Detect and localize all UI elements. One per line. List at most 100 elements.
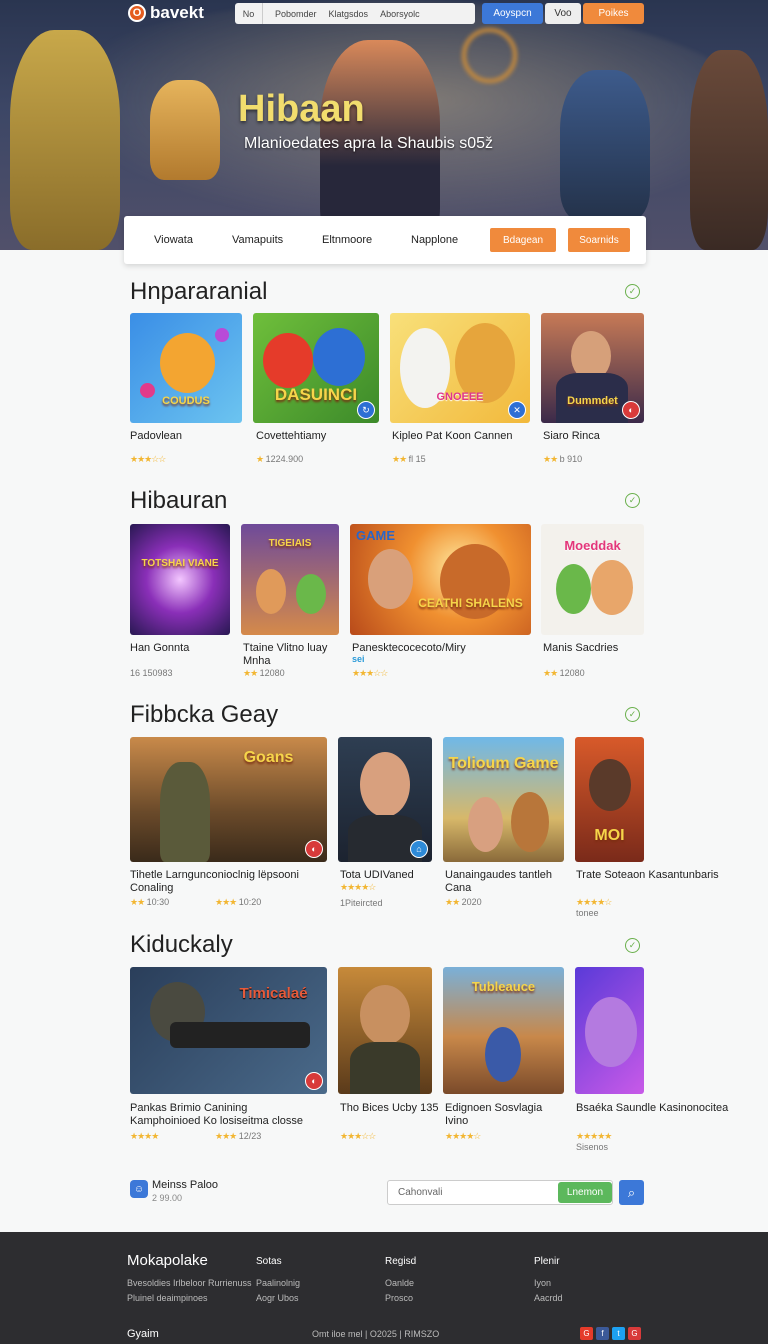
game-card-title[interactable]: Padovlean: [130, 430, 182, 443]
footer-link[interactable]: Aacrdd: [534, 1293, 563, 1303]
game-card-image[interactable]: Goans ◐: [130, 737, 327, 862]
game-card-image[interactable]: MOI: [575, 737, 644, 862]
filter-item-0[interactable]: Viowata: [154, 234, 193, 246]
game-card-image[interactable]: ⌂: [338, 737, 432, 862]
section-check-icon-4[interactable]: ✓: [625, 938, 640, 953]
game-card-image[interactable]: Timicalaé ◐: [130, 967, 327, 1094]
footer-link[interactable]: Paalinolnig: [256, 1278, 300, 1288]
footer-heading: Regisd: [385, 1256, 417, 1267]
filter-bar: Viowata Vamapuits Eltnmoore Napplone Bda…: [124, 216, 646, 264]
game-card-meta-2: Sisenos: [576, 1142, 609, 1152]
game-card-title[interactable]: Tota UDIVaned: [340, 869, 414, 882]
footer-link[interactable]: Bvesoldies Irlbeloor Rurrienuss: [127, 1278, 252, 1288]
section-title-2: Hibauran: [130, 487, 228, 514]
platform-icon: ↻: [357, 401, 375, 419]
footer-link[interactable]: Aogr Ubos: [256, 1293, 299, 1303]
hero-banner: O bavekt No Pobomder Klatgsdos Aborsyolc…: [0, 0, 768, 250]
nav-item-1[interactable]: Pobomder: [263, 9, 317, 19]
twitter-icon[interactable]: t: [612, 1327, 625, 1340]
section-check-icon-1[interactable]: ✓: [625, 284, 640, 299]
rating-stars: ★★★: [215, 897, 237, 907]
rating-count: 10:30: [146, 897, 170, 907]
section-title-4: Kiduckaly: [130, 931, 233, 958]
facebook-icon[interactable]: f: [596, 1327, 609, 1340]
section-check-icon-2[interactable]: ✓: [625, 493, 640, 508]
card-art-text: TOTSHAI VIANE: [141, 558, 219, 569]
rating-stars: ★★★★☆: [340, 882, 376, 892]
game-card-meta: ★★★☆☆: [130, 454, 166, 465]
game-card-title[interactable]: Manis Sacdries: [543, 642, 618, 655]
game-card-image[interactable]: [338, 967, 432, 1094]
game-card-meta: ★★★★☆: [340, 882, 376, 893]
filter-item-1[interactable]: Vamapuits: [232, 234, 283, 246]
footer: Mokapolake Bvesoldies Irlbeloor Rurrienu…: [0, 1232, 768, 1344]
game-card-meta: ★★ b 910: [543, 454, 582, 465]
hero-subtitle: Mlanioedates apra la Shaubis s05ž: [244, 135, 494, 152]
game-card-meta: ★★★★★: [576, 1131, 612, 1142]
nav-item-0[interactable]: No: [235, 3, 263, 24]
game-card-title[interactable]: Tihetle Larngunconioclnig lëpsooni Conal…: [130, 869, 320, 895]
header-plain-button[interactable]: Voo: [545, 3, 581, 24]
game-card-title[interactable]: Kipleo Pat Koon Cannen: [392, 430, 512, 443]
game-card-image[interactable]: Moeddak: [541, 524, 644, 635]
game-card-meta: ★ 1224.900: [256, 454, 303, 465]
game-card-title[interactable]: Covettehtiamy: [256, 430, 326, 443]
section-check-icon-3[interactable]: ✓: [625, 707, 640, 722]
game-card-title[interactable]: Tho Bices Ucby 135: [340, 1102, 438, 1115]
header-orange-button[interactable]: Poikes: [583, 3, 644, 24]
game-card-title[interactable]: Panesktecocecoto/Miry: [352, 642, 466, 655]
game-card-image[interactable]: Dummdet ◐: [541, 313, 644, 423]
game-card-image[interactable]: GAME CEATHI SHALENS: [350, 524, 531, 635]
rating-stars: ★★: [130, 897, 145, 907]
footer-link[interactable]: Iyon: [534, 1278, 551, 1288]
game-card-image[interactable]: Tubleauce: [443, 967, 564, 1094]
game-card-title[interactable]: Pankas Brimio Canining Kamphoinioed Ko l…: [130, 1102, 320, 1128]
filter-item-3[interactable]: Napplone: [411, 234, 458, 246]
game-card-image[interactable]: [575, 967, 644, 1094]
game-card-image[interactable]: TOTSHAI VIANE: [130, 524, 230, 635]
game-card-image[interactable]: GNOEEE ✕: [390, 313, 530, 423]
nav-item-3[interactable]: Aborsyolc: [368, 9, 420, 19]
game-card-meta: ★★★☆☆: [340, 1131, 376, 1142]
rating-stars: ★★★★☆: [576, 897, 612, 907]
chat-title[interactable]: Meinss Paloo: [152, 1179, 218, 1191]
nav-item-2[interactable]: Klatgsdos: [317, 9, 369, 19]
search-submit-button[interactable]: Lnemon: [558, 1182, 612, 1203]
game-card-meta: ★★★★: [130, 1131, 159, 1142]
top-nav: No Pobomder Klatgsdos Aborsyolc: [235, 3, 475, 24]
chat-icon[interactable]: ☺: [130, 1180, 148, 1198]
game-card-image[interactable]: TIGEIAIS: [241, 524, 339, 635]
game-card-image[interactable]: Tolioum Game: [443, 737, 564, 862]
card-art-text: MOI: [594, 827, 625, 844]
card-art-text: TIGEIAIS: [268, 538, 312, 549]
game-card-image[interactable]: DASUINCI ↻: [253, 313, 379, 423]
game-card-title[interactable]: Edignoen Sosvlagia Ivino: [445, 1102, 563, 1128]
card-art-text: Tolioum Game: [448, 755, 559, 772]
rating-stars: ★★★☆☆: [340, 1131, 376, 1141]
filter-button-2[interactable]: Soarnids: [568, 228, 630, 252]
footer-brand: Mokapolake: [127, 1252, 208, 1269]
game-card-meta: ★★★★☆: [445, 1131, 481, 1142]
header-primary-button[interactable]: Aoyspcn: [482, 3, 543, 24]
filter-item-2[interactable]: Eltnmoore: [322, 234, 372, 246]
game-card-title[interactable]: Trate Soteaon Kasantunbaris: [576, 869, 719, 882]
google-icon[interactable]: G: [580, 1327, 593, 1340]
footer-link[interactable]: Pluinel deaimpinoes: [127, 1293, 208, 1303]
game-card-title[interactable]: Han Gonnta: [130, 642, 189, 655]
filter-button-1[interactable]: Bdagean: [490, 228, 556, 252]
hero-title: Hibaan: [238, 88, 365, 130]
footer-link[interactable]: Prosco: [385, 1293, 413, 1303]
game-card-title[interactable]: Bsaéka Saundle Kasinonocitea: [576, 1102, 728, 1115]
card-art-text: Tubleauce: [471, 979, 536, 994]
google-plus-icon[interactable]: G: [628, 1327, 641, 1340]
game-card-title[interactable]: Ttaine Vlitno luay Mnha: [243, 642, 338, 668]
rating-stars: ★★★★☆: [445, 1131, 481, 1141]
game-card-image[interactable]: COUDUS: [130, 313, 242, 423]
logo[interactable]: O bavekt: [128, 3, 204, 23]
search-icon[interactable]: ⌕: [619, 1180, 644, 1205]
footer-link[interactable]: Oanlde: [385, 1278, 414, 1288]
game-card-meta: ★★ 12080: [243, 668, 285, 679]
game-card-title[interactable]: Siaro Rinca: [543, 430, 600, 443]
game-card-title[interactable]: Uanaingaudes tantleh Cana: [445, 869, 563, 895]
game-card-meta: ★★ fl 15: [392, 454, 426, 465]
